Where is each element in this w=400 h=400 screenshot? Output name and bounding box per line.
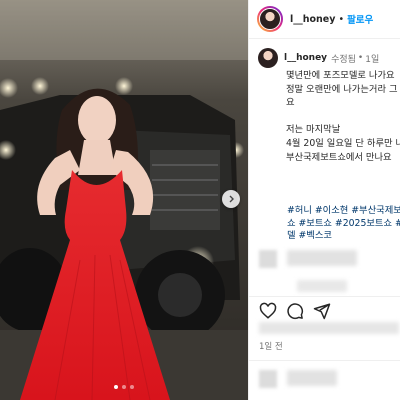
caption-line: 저는 마지막날: [286, 124, 341, 136]
heart-icon: [259, 302, 277, 319]
blurred-comment-input: [259, 370, 337, 388]
caption-text: 몇년만에 포즈모델로 나가요 정말 오랜만에 나가는거라 그 요 저는 마지막날…: [286, 69, 400, 164]
post-date[interactable]: 1일 전: [259, 340, 283, 352]
chevron-right-icon: [229, 195, 234, 203]
comment-icon: [287, 303, 304, 320]
post-header: l__honey • 팔로우: [257, 5, 373, 33]
avatar[interactable]: [257, 6, 283, 32]
comment-divider: [249, 360, 400, 361]
follow-button[interactable]: 팔로우: [347, 12, 373, 26]
caption-line: 요: [286, 97, 295, 109]
post-side-panel: l__honey • 팔로우 l__honey 수정됨 • 1일 몇년만에 포즈…: [248, 0, 400, 400]
like-button[interactable]: [259, 302, 277, 320]
caption-username[interactable]: l__honey: [284, 53, 327, 63]
hashtags: #허니 #이소현 #부산국제보트 쇼 #보트쇼 #2025보트쇼 #보트 델 #…: [287, 205, 400, 243]
share-button[interactable]: [313, 302, 331, 320]
hashtag-line[interactable]: 쇼 #보트쇼 #2025보트쇼 #보트: [287, 218, 400, 229]
header-divider: [249, 38, 400, 39]
blurred-comment-extra: [259, 262, 347, 292]
actions-divider: [249, 296, 400, 297]
caption-line: 몇년만에 포즈모델로 나가요: [286, 70, 395, 81]
comment-button[interactable]: [286, 302, 304, 320]
post-photo[interactable]: [0, 0, 248, 400]
action-bar: [259, 302, 331, 320]
share-icon: [313, 303, 331, 320]
carousel-indicator: [0, 385, 248, 389]
next-slide-button[interactable]: [222, 190, 240, 208]
hashtag-line[interactable]: #허니 #이소현 #부산국제보트: [287, 205, 400, 216]
caption-time[interactable]: 1일: [365, 52, 379, 65]
header-username[interactable]: l__honey: [290, 14, 335, 25]
blurred-likes: [259, 322, 399, 334]
caption-line: 4월 20일 일요일 단 하루만 나: [286, 137, 400, 149]
photo-illustration: [0, 0, 248, 400]
header-separator: •: [338, 13, 345, 25]
caption-line: 정말 오랜만에 나가는거라 그: [286, 83, 398, 95]
edited-label: 수정됨: [331, 54, 356, 65]
hashtag-line[interactable]: 델 #벡스코: [287, 230, 332, 241]
caption-dot: •: [357, 53, 364, 63]
carousel-dot: [130, 385, 134, 389]
caption: l__honey 수정됨 • 1일 몇년만에 포즈모델로 나가요 정말 오랜만에…: [258, 47, 400, 164]
caption-avatar[interactable]: [258, 48, 278, 68]
carousel-dot: [122, 385, 126, 389]
caption-line: 부산국제보트쇼에서 만나요: [286, 151, 392, 163]
carousel-dot: [114, 385, 118, 389]
